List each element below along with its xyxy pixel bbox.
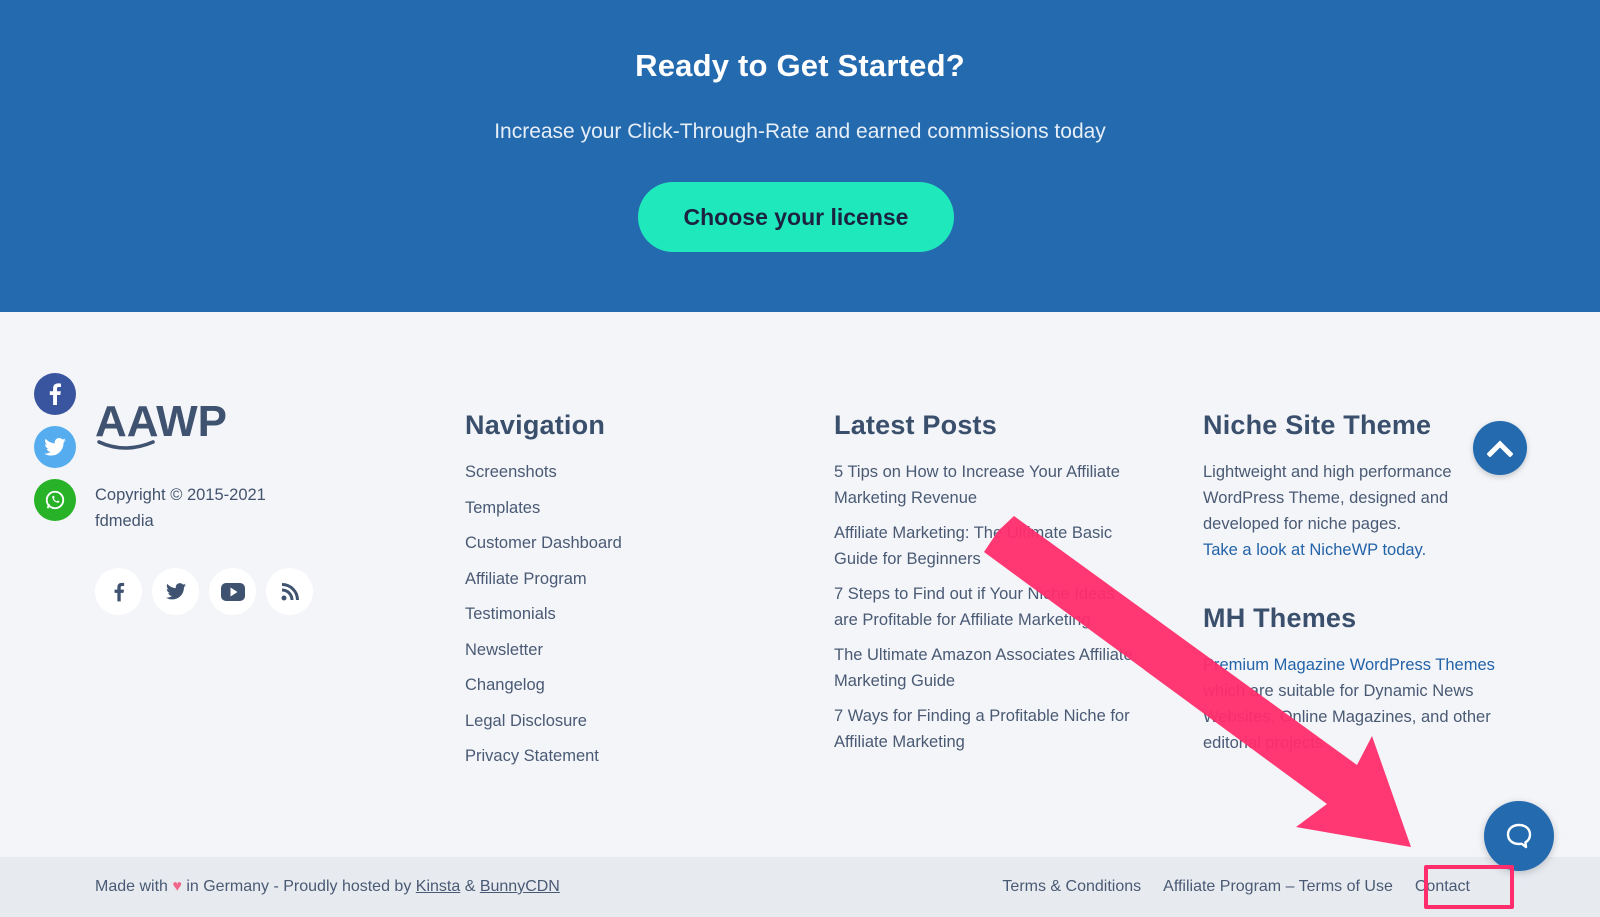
social-facebook-link[interactable] [95, 568, 142, 615]
nav-link-newsletter[interactable]: Newsletter [465, 637, 622, 663]
niche-site-description: Lightweight and high performance WordPre… [1203, 463, 1452, 533]
made-with-text: Made with [95, 878, 168, 895]
latest-posts-column: Latest Posts 5 Tips on How to Increase Y… [834, 410, 1134, 764]
latest-posts-list: 5 Tips on How to Increase Your Affiliate… [834, 459, 1134, 755]
social-rss-link[interactable] [266, 568, 313, 615]
bottom-bar: Made with ♥ in Germany - Proudly hosted … [0, 857, 1600, 917]
latest-posts-heading: Latest Posts [834, 410, 997, 440]
terms-conditions-link[interactable]: Terms & Conditions [1002, 878, 1141, 896]
copyright: Copyright © 2015-2021 fdmedia [95, 482, 315, 534]
company-name: fdmedia [95, 512, 154, 530]
kinsta-link[interactable]: Kinsta [416, 878, 460, 895]
nav-link-changelog[interactable]: Changelog [465, 672, 622, 698]
share-twitter-button[interactable] [34, 426, 76, 468]
nav-link-testimonials[interactable]: Testimonials [465, 601, 622, 627]
social-youtube-link[interactable] [209, 568, 256, 615]
facebook-icon [114, 582, 124, 601]
twitter-icon [165, 583, 186, 600]
nav-link-customer-dashboard[interactable]: Customer Dashboard [465, 530, 622, 556]
bunnycdn-link[interactable]: BunnyCDN [480, 878, 560, 895]
logo-text: AAWP [95, 398, 227, 446]
aawp-logo: AAWP [95, 398, 227, 450]
share-rail [34, 373, 76, 532]
cta-subtitle: Increase your Click-Through-Rate and ear… [494, 120, 1106, 143]
nichewp-link[interactable]: Take a look at NicheWP today. [1203, 541, 1426, 559]
post-link[interactable]: 5 Tips on How to Increase Your Affiliate… [834, 459, 1134, 511]
nav-link-templates[interactable]: Templates [465, 495, 622, 521]
navigation-heading: Navigation [465, 410, 606, 440]
post-link[interactable]: 7 Steps to Find out if Your Niche Ideas … [834, 581, 1134, 633]
social-twitter-link[interactable] [152, 568, 199, 615]
legal-links: Terms & Conditions Affiliate Program – T… [1002, 878, 1470, 896]
choose-license-button[interactable]: Choose your license [638, 182, 954, 252]
chat-bubble-icon [1506, 823, 1532, 849]
chat-button[interactable] [1484, 801, 1554, 871]
copyright-line: Copyright © 2015-2021 [95, 486, 266, 504]
facebook-icon [49, 383, 61, 405]
whatsapp-icon [45, 490, 65, 510]
navigation-column: Navigation Screenshots Templates Custome… [465, 410, 622, 779]
cta-section: Ready to Get Started? Increase your Clic… [0, 0, 1600, 312]
share-whatsapp-button[interactable] [34, 479, 76, 521]
mh-themes-heading: MH Themes [1203, 603, 1357, 633]
share-facebook-button[interactable] [34, 373, 76, 415]
contact-link[interactable]: Contact [1415, 878, 1470, 896]
nav-link-screenshots[interactable]: Screenshots [465, 459, 622, 485]
mh-themes-description: which are suitable for Dynamic News Webs… [1203, 682, 1491, 752]
post-link[interactable]: Affiliate Marketing: The Ultimate Basic … [834, 520, 1134, 572]
niche-site-text: Lightweight and high performance WordPre… [1203, 459, 1503, 563]
social-links [95, 568, 313, 615]
ampersand: & [464, 878, 476, 895]
hosted-by-text: in Germany - Proudly hosted by [186, 878, 412, 895]
chevron-up-icon [1487, 440, 1513, 457]
twitter-icon [44, 438, 66, 456]
youtube-icon [220, 582, 245, 601]
post-link[interactable]: 7 Ways for Finding a Profitable Niche fo… [834, 703, 1134, 755]
navigation-list: Screenshots Templates Customer Dashboard… [465, 459, 622, 769]
niche-site-heading: Niche Site Theme [1203, 410, 1432, 440]
back-to-top-button[interactable] [1473, 421, 1527, 475]
nav-link-privacy-statement[interactable]: Privacy Statement [465, 743, 622, 769]
brand-logo[interactable]: AAWP [95, 398, 235, 453]
nav-link-legal-disclosure[interactable]: Legal Disclosure [465, 708, 622, 734]
nav-link-affiliate-program[interactable]: Affiliate Program [465, 566, 622, 592]
heart-icon: ♥ [172, 878, 182, 895]
post-link[interactable]: The Ultimate Amazon Associates Affiliate… [834, 642, 1134, 694]
affiliate-terms-link[interactable]: Affiliate Program – Terms of Use [1163, 878, 1393, 896]
made-with-credit: Made with ♥ in Germany - Proudly hosted … [95, 878, 560, 896]
cta-title: Ready to Get Started? [635, 48, 965, 83]
mh-themes-link[interactable]: Premium Magazine WordPress Themes [1203, 656, 1495, 674]
mh-themes-text: Premium Magazine WordPress Themes which … [1203, 652, 1503, 756]
rss-icon [281, 582, 299, 600]
themes-column: Niche Site Theme Lightweight and high pe… [1203, 410, 1503, 756]
